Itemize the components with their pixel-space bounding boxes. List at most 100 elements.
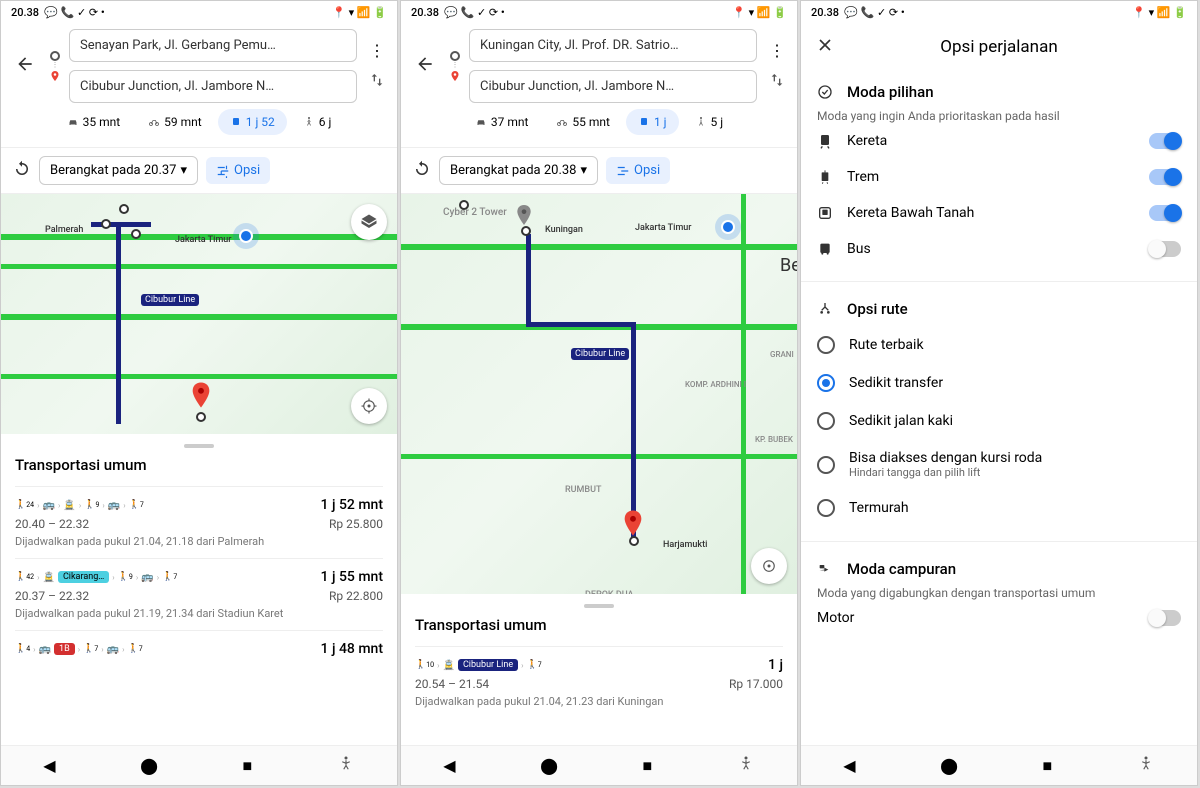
- option-motor[interactable]: Motor: [817, 600, 1181, 636]
- option-trem[interactable]: Trem: [817, 159, 1181, 195]
- bus-icon: 🚌: [107, 644, 119, 655]
- nav-accessibility-button[interactable]: [737, 755, 755, 777]
- option-subway[interactable]: Kereta Bawah Tanah: [817, 195, 1181, 231]
- radio-button[interactable]: [817, 456, 835, 474]
- line-badge: 1B: [54, 643, 75, 655]
- toggle-trem[interactable]: [1149, 169, 1181, 185]
- transit-results[interactable]: Transportasi umum 🚶24› 🚌› 🚊› 🚶9› 🚌› 🚶7 1…: [1, 434, 397, 677]
- depart-time-select[interactable]: Berangkat pada 20.38▾: [439, 156, 598, 185]
- mode-walk[interactable]: 6 j: [291, 109, 344, 135]
- options-button[interactable]: Opsi: [206, 157, 270, 184]
- map-label-depok: DEPOK DUA: [581, 589, 637, 594]
- option-bus[interactable]: Bus: [817, 231, 1181, 267]
- route-option-3[interactable]: 🚶4› 🚌1B› 🚶7› 🚌› 🚶7 1 j 48 mnt: [15, 630, 383, 667]
- map-layers-button[interactable]: [351, 204, 387, 240]
- mixed-mode-section: Moda campuran Moda yang digabungkan deng…: [801, 548, 1197, 644]
- map-view[interactable]: Cyber 2 Tower Kuningan Jakarta Timur Be …: [401, 194, 797, 594]
- nav-back-button[interactable]: ◀: [43, 756, 55, 775]
- dest-input[interactable]: Cibubur Junction, Jl. Jambore N…: [69, 70, 357, 103]
- nav-recent-button[interactable]: ■: [1043, 756, 1053, 776]
- nav-back-button[interactable]: ◀: [843, 756, 855, 775]
- status-icons-right: 📍 ▾ 📶 🔋: [1132, 6, 1187, 19]
- toggle-kereta[interactable]: [1149, 133, 1181, 149]
- map-label-line: Cibubur Line: [571, 348, 629, 360]
- route-times: 20.40 – 22.32: [15, 517, 89, 531]
- origin-input[interactable]: Kuningan City, Jl. Prof. DR. Satrio…: [469, 29, 757, 62]
- origin-input[interactable]: Senayan Park, Jl. Gerbang Pemu…: [69, 29, 357, 62]
- walk-icon: 🚶24: [15, 500, 34, 510]
- toggle-subway[interactable]: [1149, 205, 1181, 221]
- options-button[interactable]: Opsi: [606, 157, 670, 184]
- dest-input[interactable]: Cibubur Junction, Jl. Jambore N…: [469, 70, 757, 103]
- nav-accessibility-button[interactable]: [1137, 755, 1155, 777]
- nav-back-button[interactable]: ◀: [443, 756, 455, 775]
- swap-button[interactable]: [369, 72, 385, 92]
- radio-button[interactable]: [817, 374, 835, 392]
- mode-transit[interactable]: 1 j 52: [218, 109, 287, 135]
- route-option-1[interactable]: 🚶10› 🚊Cibubur Line› 🚶7 1 j 20.54 – 21.54…: [415, 646, 783, 718]
- more-menu-button[interactable]: ⋮: [369, 41, 385, 60]
- mode-transit[interactable]: 1 j: [626, 109, 679, 135]
- bus-icon: 🚌: [43, 500, 55, 511]
- radio-fewer-transfers[interactable]: Sedikit transfer: [817, 364, 1181, 402]
- route-option-2[interactable]: 🚶42› 🚊Cikarang…› 🚶9› 🚌› 🚶7 1 j 55 mnt 20…: [15, 558, 383, 630]
- transit-results[interactable]: Transportasi umum 🚶10› 🚊Cibubur Line› 🚶7…: [401, 594, 797, 728]
- nav-recent-button[interactable]: ■: [243, 756, 253, 776]
- toggle-motor[interactable]: [1149, 610, 1181, 626]
- nav-accessibility-button[interactable]: [337, 755, 355, 777]
- map-station-dot: [521, 226, 531, 236]
- preferred-mode-section: Moda pilihan Moda yang ingin Anda priori…: [801, 71, 1197, 275]
- drag-handle[interactable]: [184, 444, 214, 448]
- phone-panel-1: 20.38💬 📞 ✓ ⟳ • 📍 ▾ 📶 🔋 ⋮ Senayan Park, J…: [0, 0, 398, 786]
- nav-home-button[interactable]: ⬤: [540, 756, 558, 775]
- depart-bar: Berangkat pada 20.37▾ Opsi: [1, 148, 397, 194]
- mode-car[interactable]: 37 mnt: [463, 109, 541, 135]
- mixed-mode-icon: [817, 561, 833, 577]
- drag-handle[interactable]: [584, 604, 614, 608]
- status-icons-left: 💬 📞 ✓ ⟳ •: [44, 6, 105, 19]
- map-locate-button[interactable]: [751, 548, 787, 584]
- walk-icon: 🚶7: [129, 500, 144, 510]
- swap-button[interactable]: [769, 72, 785, 92]
- map-view[interactable]: Palmerah Jakarta Timur Cibubur Line: [1, 194, 397, 434]
- mode-walk[interactable]: 5 j: [683, 109, 736, 135]
- option-kereta[interactable]: Kereta: [817, 123, 1181, 159]
- route-schedule: Dijadwalkan pada pukul 21.04, 21.23 dari…: [415, 695, 783, 708]
- nav-recent-button[interactable]: ■: [643, 756, 653, 776]
- route-duration: 1 j 55 mnt: [321, 569, 383, 585]
- mode-moto[interactable]: 55 mnt: [544, 109, 622, 135]
- route-option-1[interactable]: 🚶24› 🚌› 🚊› 🚶9› 🚌› 🚶7 1 j 52 mnt 20.40 – …: [15, 486, 383, 558]
- status-icons-left: 💬 📞 ✓ ⟳ •: [844, 6, 905, 19]
- back-button[interactable]: [9, 48, 41, 84]
- toggle-bus[interactable]: [1149, 241, 1181, 257]
- walk-icon: 🚶7: [128, 644, 143, 654]
- radio-button[interactable]: [817, 336, 835, 354]
- refresh-button[interactable]: [13, 160, 31, 182]
- refresh-button[interactable]: [413, 160, 431, 182]
- depart-time-select[interactable]: Berangkat pada 20.37▾: [39, 156, 198, 185]
- route-price: Rp 22.800: [329, 589, 383, 603]
- origin-marker-icon: [450, 51, 460, 61]
- android-nav-bar: ◀ ⬤ ■: [401, 745, 797, 785]
- mode-car[interactable]: 35 mnt: [55, 109, 133, 135]
- walk-icon: 🚶9: [84, 500, 99, 510]
- phone-panel-3: 20.38💬 📞 ✓ ⟳ • 📍 ▾ 📶 🔋 Opsi perjalanan M…: [800, 0, 1198, 786]
- more-menu-button[interactable]: ⋮: [769, 41, 785, 60]
- map-label-be: Be: [776, 254, 797, 277]
- status-icons-right: 📍 ▾ 📶 🔋: [332, 6, 387, 19]
- back-button[interactable]: [409, 48, 441, 84]
- map-locate-button[interactable]: [351, 388, 387, 424]
- nav-home-button[interactable]: ⬤: [940, 756, 958, 775]
- radio-less-walking[interactable]: Sedikit jalan kaki: [817, 402, 1181, 440]
- mode-moto[interactable]: 59 mnt: [136, 109, 214, 135]
- nav-home-button[interactable]: ⬤: [140, 756, 158, 775]
- map-station-dot: [119, 204, 129, 214]
- radio-button[interactable]: [817, 499, 835, 517]
- radio-button[interactable]: [817, 412, 835, 430]
- status-bar: 20.38💬 📞 ✓ ⟳ • 📍 ▾ 📶 🔋: [1, 1, 397, 23]
- radio-best-route[interactable]: Rute terbaik: [817, 326, 1181, 364]
- radio-cheapest[interactable]: Termurah: [817, 489, 1181, 527]
- radio-wheelchair[interactable]: Bisa diakses dengan kursi rodaHindari ta…: [817, 440, 1181, 489]
- origin-marker-icon: [50, 51, 60, 61]
- map-label-bubek: KP. BUBEK: [751, 434, 797, 445]
